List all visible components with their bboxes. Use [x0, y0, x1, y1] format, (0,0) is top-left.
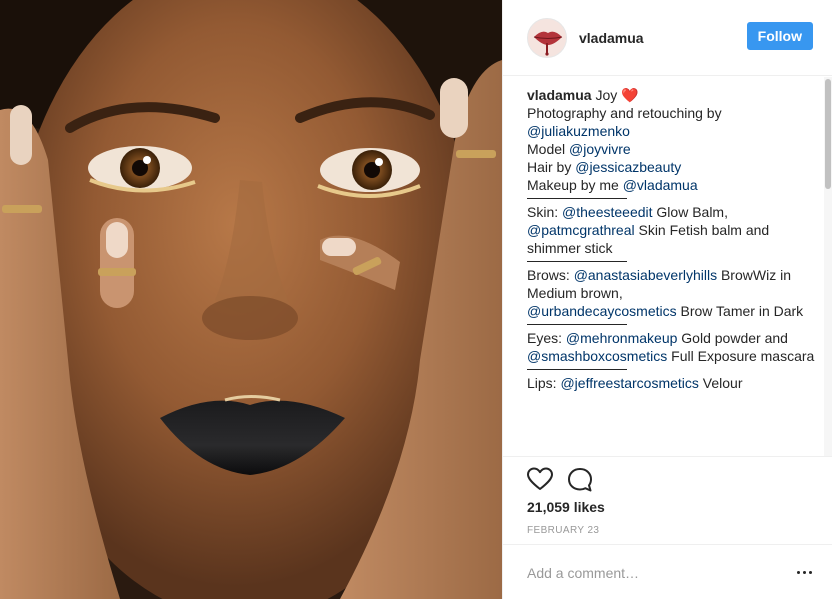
caption-divider	[527, 198, 627, 199]
more-options-icon[interactable]	[797, 565, 813, 579]
mention-link[interactable]: @smashboxcosmetics	[527, 348, 667, 364]
caption-title-line: vladamua Joy ❤️	[527, 86, 817, 104]
caption-divider	[527, 369, 627, 370]
caption-line: @juliakuzmenko	[527, 122, 817, 140]
caption-scrollbar[interactable]	[824, 77, 832, 456]
comment-bar	[503, 544, 832, 599]
header-username[interactable]: vladamua	[579, 30, 644, 46]
caption-title: Joy	[595, 87, 618, 103]
caption-username[interactable]: vladamua	[527, 87, 592, 103]
mention-link[interactable]: @jessicazbeauty	[575, 159, 681, 175]
mention-link[interactable]: @patmcgrathreal	[527, 222, 635, 238]
follow-button[interactable]: Follow	[746, 22, 813, 50]
avatar-lips-image	[528, 18, 566, 57]
caption-skin-paragraph: Skin: @theesteeedit Glow Balm, @patmcgrat…	[527, 204, 770, 256]
instagram-post: vladamua Follow vladamua Joy ❤️ Photogra…	[0, 0, 832, 599]
heart-icon[interactable]	[527, 467, 553, 493]
mention-link[interactable]: @mehronmakeup	[566, 330, 678, 346]
portrait-illustration	[0, 0, 502, 599]
dot	[809, 571, 812, 574]
likes-count[interactable]: 21,059 likes	[527, 499, 605, 515]
caption-divider	[527, 261, 627, 262]
post-header: vladamua Follow	[503, 0, 832, 76]
red-heart-emoji-icon: ❤️	[621, 87, 639, 103]
scrollbar-thumb[interactable]	[825, 79, 831, 189]
post-side-panel: vladamua Follow vladamua Joy ❤️ Photogra…	[502, 0, 832, 599]
caption-brows-paragraph: Brows: @anastasiabeverlyhills BrowWiz in…	[527, 267, 804, 319]
caption-eyes-paragraph: Eyes: @mehronmakeup Gold powder and @smas…	[527, 330, 815, 364]
mention-link[interactable]: @juliakuzmenko	[527, 123, 630, 139]
dot	[803, 571, 806, 574]
mention-link[interactable]: @vladamua	[623, 177, 698, 193]
caption-line: Makeup by me @vladamua	[527, 177, 698, 193]
actions-bar: 21,059 likes FEBRUARY 23	[503, 456, 832, 544]
comment-bubble-icon[interactable]	[567, 467, 593, 493]
mention-link[interactable]: @urbandecaycosmetics	[527, 303, 677, 319]
caption: vladamua Joy ❤️ Photography and retouchi…	[527, 86, 817, 456]
mention-link[interactable]: @anastasiabeverlyhills	[574, 267, 717, 283]
post-date[interactable]: FEBRUARY 23	[527, 525, 599, 536]
dot	[797, 571, 800, 574]
post-photo[interactable]	[0, 0, 502, 599]
avatar[interactable]	[527, 17, 567, 58]
caption-line: Model @joyvivre	[527, 141, 631, 157]
mention-link[interactable]: @joyvivre	[569, 141, 631, 157]
caption-lips-paragraph: Lips: @jeffreestarcosmetics Velour	[527, 375, 743, 391]
mention-link[interactable]: @theesteeedit	[562, 204, 653, 220]
caption-divider	[527, 324, 627, 325]
caption-line: Hair by @jessicazbeauty	[527, 159, 682, 175]
mention-link[interactable]: @jeffreestarcosmetics	[560, 375, 698, 391]
comment-input[interactable]	[527, 563, 767, 583]
caption-line: Photography and retouching by	[527, 105, 722, 121]
